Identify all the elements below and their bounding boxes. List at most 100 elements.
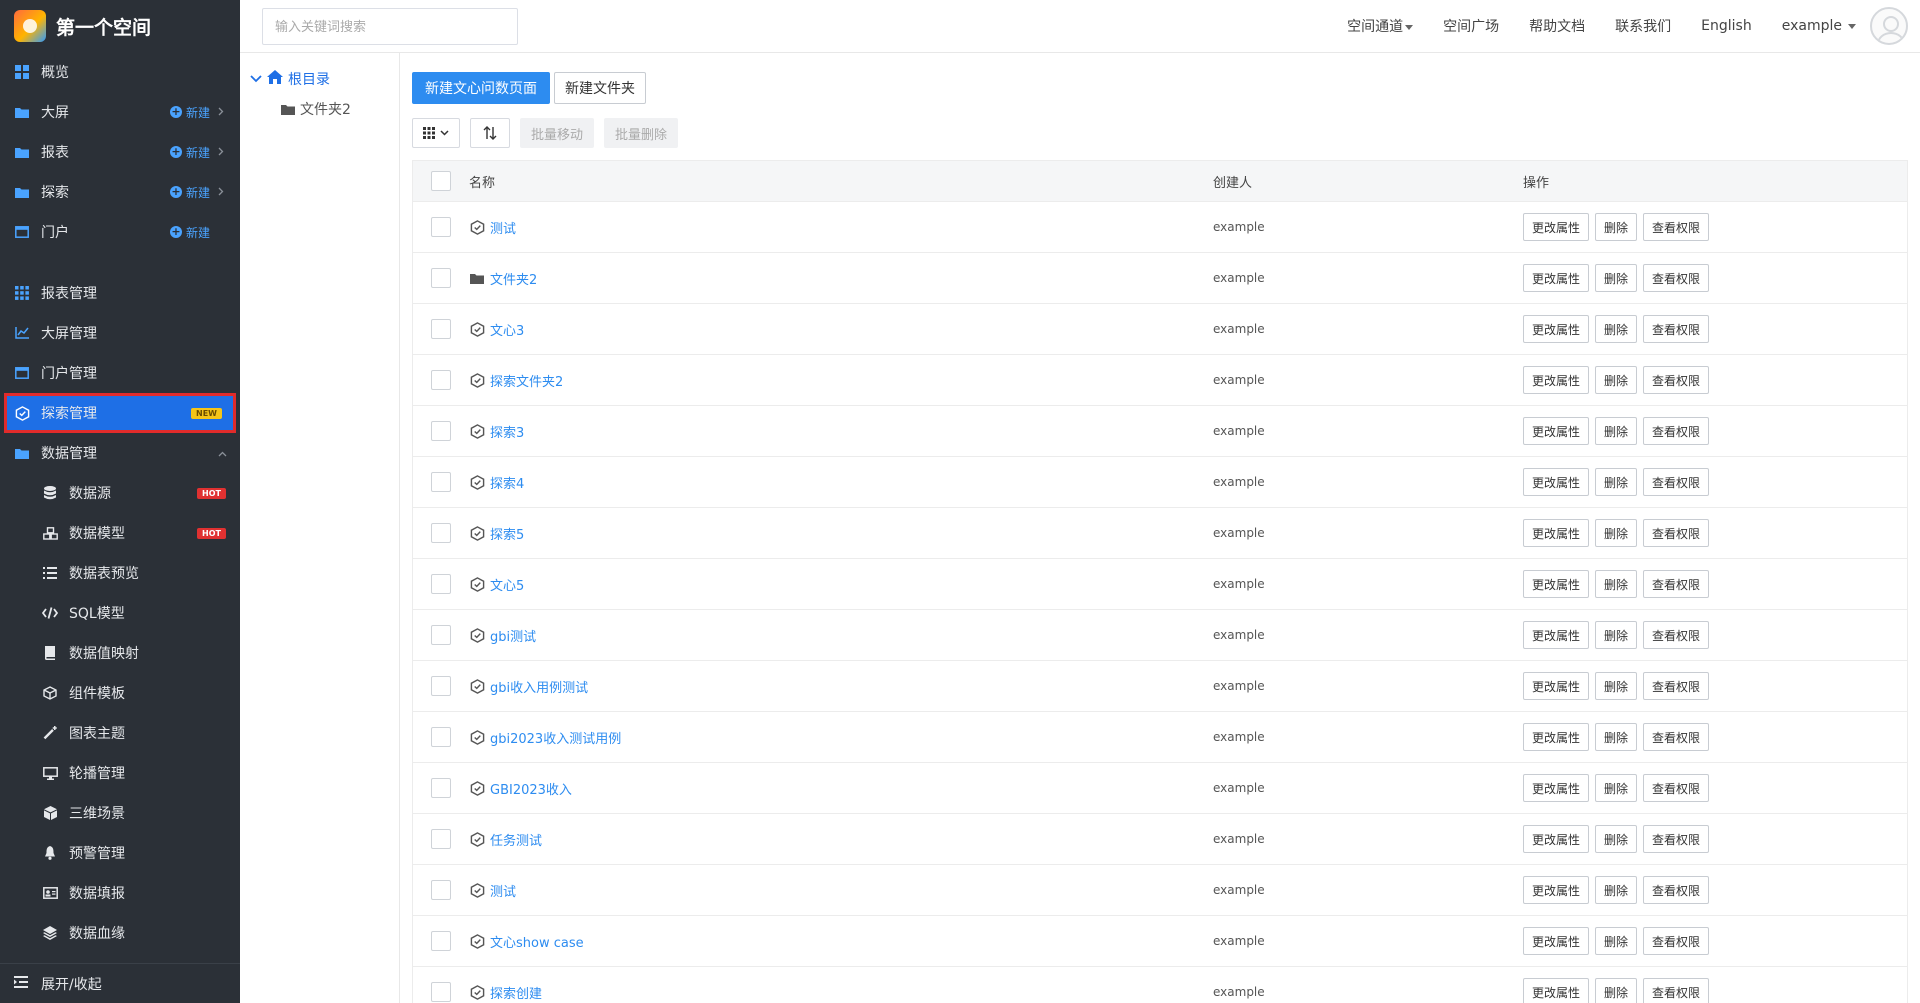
edit-properties-button[interactable]: 更改属性: [1523, 621, 1590, 649]
row-checkbox[interactable]: [431, 370, 451, 390]
new-page-button[interactable]: 新建文心问数页面: [412, 72, 550, 104]
item-name-link[interactable]: 探索文件夹2: [490, 371, 563, 390]
delete-button[interactable]: 删除: [1595, 264, 1638, 292]
delete-button[interactable]: 删除: [1595, 213, 1638, 241]
nav-space-channel[interactable]: 空间通道: [1347, 16, 1414, 36]
sidebar-subitem-10[interactable]: 数据填报: [0, 873, 240, 913]
sidebar-subitem-6[interactable]: 图表主题: [0, 713, 240, 753]
delete-button[interactable]: 删除: [1595, 825, 1638, 853]
view-permissions-button[interactable]: 查看权限: [1643, 366, 1710, 394]
sidebar-item-2[interactable]: 报表 + 新建: [0, 132, 240, 172]
sidebar-item-4[interactable]: 门户 + 新建: [0, 212, 240, 252]
item-name-link[interactable]: gbi2023收入测试用例: [490, 728, 621, 747]
delete-button[interactable]: 删除: [1595, 366, 1638, 394]
edit-properties-button[interactable]: 更改属性: [1523, 978, 1590, 1003]
sidebar-subitem-2[interactable]: 数据表预览: [0, 553, 240, 593]
item-name-link[interactable]: 文心3: [490, 320, 524, 339]
view-permissions-button[interactable]: 查看权限: [1643, 978, 1710, 1003]
view-permissions-button[interactable]: 查看权限: [1643, 825, 1710, 853]
tree-root[interactable]: 根目录: [250, 69, 330, 89]
view-permissions-button[interactable]: 查看权限: [1643, 927, 1710, 955]
sort-button[interactable]: [470, 118, 510, 148]
edit-properties-button[interactable]: 更改属性: [1523, 723, 1590, 751]
view-permissions-button[interactable]: 查看权限: [1643, 315, 1710, 343]
sidebar-subitem-1[interactable]: 数据模型 HOT: [0, 513, 240, 553]
sidebar-item-explore-management[interactable]: 探索管理 NEW: [4, 393, 236, 433]
sidebar-item-3[interactable]: 探索 + 新建: [0, 172, 240, 212]
edit-properties-button[interactable]: 更改属性: [1523, 468, 1590, 496]
view-toggle-button[interactable]: [412, 118, 460, 148]
sidebar-mgmt-item-2[interactable]: 门户管理: [0, 353, 240, 393]
row-checkbox[interactable]: [431, 319, 451, 339]
delete-button[interactable]: 删除: [1595, 774, 1638, 802]
sidebar-mgmt-item-1[interactable]: 大屏管理: [0, 313, 240, 353]
view-permissions-button[interactable]: 查看权限: [1643, 213, 1710, 241]
item-name-link[interactable]: 探索5: [490, 524, 524, 543]
row-checkbox[interactable]: [431, 676, 451, 696]
new-item-button[interactable]: + 新建: [169, 224, 210, 241]
edit-properties-button[interactable]: 更改属性: [1523, 519, 1590, 547]
delete-button[interactable]: 删除: [1595, 876, 1638, 904]
item-name-link[interactable]: 探索4: [490, 473, 524, 492]
select-all-checkbox[interactable]: [431, 171, 451, 191]
item-name-link[interactable]: 文心5: [490, 575, 524, 594]
row-checkbox[interactable]: [431, 982, 451, 1002]
edit-properties-button[interactable]: 更改属性: [1523, 672, 1590, 700]
sidebar-item-1[interactable]: 大屏 + 新建: [0, 92, 240, 132]
new-item-button[interactable]: + 新建: [169, 144, 210, 161]
new-folder-button[interactable]: 新建文件夹: [554, 72, 646, 104]
item-name-link[interactable]: 测试: [490, 881, 516, 900]
delete-button[interactable]: 删除: [1595, 417, 1638, 445]
nav-language[interactable]: English: [1701, 18, 1752, 34]
nav-space-plaza[interactable]: 空间广场: [1443, 16, 1499, 36]
row-checkbox[interactable]: [431, 880, 451, 900]
avatar[interactable]: [1870, 7, 1908, 45]
edit-properties-button[interactable]: 更改属性: [1523, 876, 1590, 904]
row-checkbox[interactable]: [431, 217, 451, 237]
sidebar-subitem-8[interactable]: 三维场景: [0, 793, 240, 833]
sidebar-group-data-management[interactable]: 数据管理: [0, 433, 240, 473]
sidebar-subitem-11[interactable]: 数据血缘: [0, 913, 240, 953]
item-name-link[interactable]: 文心show case: [490, 932, 584, 951]
new-item-button[interactable]: + 新建: [169, 104, 210, 121]
edit-properties-button[interactable]: 更改属性: [1523, 774, 1590, 802]
item-name-link[interactable]: 文件夹2: [490, 269, 537, 288]
delete-button[interactable]: 删除: [1595, 468, 1638, 496]
batch-delete-button[interactable]: 批量删除: [604, 118, 679, 148]
sidebar-subitem-7[interactable]: 轮播管理: [0, 753, 240, 793]
view-permissions-button[interactable]: 查看权限: [1643, 774, 1710, 802]
delete-button[interactable]: 删除: [1595, 978, 1638, 1003]
row-checkbox[interactable]: [431, 268, 451, 288]
row-checkbox[interactable]: [431, 931, 451, 951]
edit-properties-button[interactable]: 更改属性: [1523, 570, 1590, 598]
delete-button[interactable]: 删除: [1595, 570, 1638, 598]
nav-contact-us[interactable]: 联系我们: [1615, 16, 1671, 36]
row-checkbox[interactable]: [431, 625, 451, 645]
tree-item-folder[interactable]: 文件夹2: [281, 99, 351, 119]
view-permissions-button[interactable]: 查看权限: [1643, 519, 1710, 547]
sidebar-mgmt-item-0[interactable]: 报表管理: [0, 273, 240, 313]
sidebar-subitem-5[interactable]: 组件模板: [0, 673, 240, 713]
user-menu[interactable]: example: [1782, 7, 1908, 45]
sidebar-subitem-0[interactable]: 数据源 HOT: [0, 473, 240, 513]
row-checkbox[interactable]: [431, 574, 451, 594]
item-name-link[interactable]: gbi测试: [490, 626, 536, 645]
view-permissions-button[interactable]: 查看权限: [1643, 876, 1710, 904]
view-permissions-button[interactable]: 查看权限: [1643, 621, 1710, 649]
sidebar-subitem-3[interactable]: SQL模型: [0, 593, 240, 633]
sidebar-subitem-9[interactable]: 预警管理: [0, 833, 240, 873]
row-checkbox[interactable]: [431, 523, 451, 543]
new-item-button[interactable]: + 新建: [169, 184, 210, 201]
nav-help-docs[interactable]: 帮助文档: [1529, 16, 1585, 36]
delete-button[interactable]: 删除: [1595, 621, 1638, 649]
item-name-link[interactable]: 探索3: [490, 422, 524, 441]
item-name-link[interactable]: 探索创建: [490, 983, 542, 1002]
edit-properties-button[interactable]: 更改属性: [1523, 417, 1590, 445]
item-name-link[interactable]: GBI2023收入: [490, 779, 572, 798]
sidebar-item-0[interactable]: 概览: [0, 52, 240, 92]
item-name-link[interactable]: 任务测试: [490, 830, 542, 849]
row-checkbox[interactable]: [431, 829, 451, 849]
view-permissions-button[interactable]: 查看权限: [1643, 417, 1710, 445]
item-name-link[interactable]: 测试: [490, 218, 516, 237]
row-checkbox[interactable]: [431, 778, 451, 798]
